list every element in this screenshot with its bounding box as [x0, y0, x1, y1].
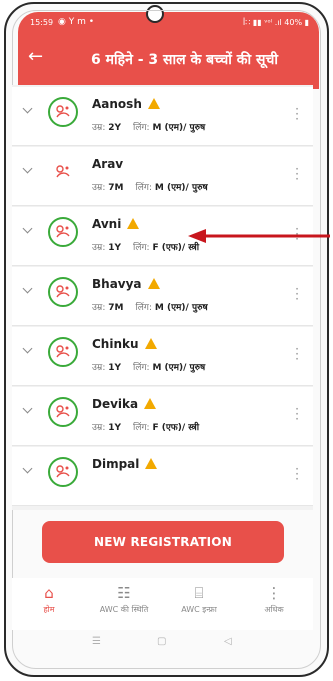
child-name: Aanosh — [92, 97, 160, 111]
child-name: Bhavya — [92, 277, 160, 291]
chevron-down-icon[interactable] — [22, 103, 33, 114]
child-name: Chinku — [92, 337, 157, 351]
warning-icon — [147, 98, 160, 109]
warning-icon — [147, 278, 160, 289]
warning-icon — [127, 218, 140, 229]
status-time: 15:59 — [30, 18, 54, 27]
chevron-down-icon[interactable] — [22, 163, 33, 174]
home-system-icon[interactable]: ▢ — [157, 636, 166, 647]
child-avatar — [48, 277, 78, 307]
child-avatar — [48, 457, 78, 487]
more-options-icon[interactable]: · · · — [295, 403, 299, 425]
warning-icon — [144, 398, 157, 409]
child-details: उम्र: 7M लिंग: M (एम)/ पुरुष — [92, 303, 208, 313]
annotation-arrow — [188, 229, 330, 243]
nav-label: अधिक — [264, 605, 284, 614]
new-registration-button[interactable]: NEW REGISTRATION — [42, 521, 284, 563]
baby-icon — [56, 285, 70, 298]
nav-label: AWC इन्फ्रा — [181, 605, 217, 614]
child-avatar — [48, 97, 78, 127]
child-card[interactable]: Bhavya उम्र: 7M लिंग: M (एम)/ पुरुष · · · — [12, 267, 313, 326]
child-name: Avni — [92, 217, 140, 231]
more-options-icon[interactable]: · · · — [295, 463, 299, 485]
baby-icon — [56, 165, 70, 178]
more-options-icon[interactable]: · · · — [295, 103, 299, 125]
baby-icon — [56, 225, 70, 238]
child-name: Dimpal — [92, 457, 158, 471]
child-card[interactable]: Devika उम्र: 1Y लिंग: F (एफ)/ स्त्री · · · — [12, 387, 313, 446]
child-avatar — [48, 337, 78, 367]
status-notification-icons: ◉ Y m • — [58, 17, 95, 27]
child-avatar — [48, 217, 78, 247]
more-options-icon[interactable]: · · · — [295, 163, 299, 185]
child-card[interactable]: Dimpal · · · — [12, 447, 313, 506]
child-details: उम्र: 1Y लिंग: F (एफ)/ स्त्री — [92, 243, 200, 253]
more-options-icon[interactable]: · · · — [295, 283, 299, 305]
page-title: 6 महिने - 3 साल के बच्चों की सूची — [91, 52, 278, 68]
child-name: Devika — [92, 397, 157, 411]
nav-item-1[interactable]: ⌂ होम — [14, 582, 84, 615]
nav-item-3[interactable]: ⌸ AWC इन्फ्रा — [164, 582, 234, 615]
back-system-icon[interactable]: ◁ — [224, 636, 232, 647]
status-system-icons: ꟾ∷ ▮▮ ᵛᵒˡ .ıl 40% ▮ — [242, 18, 309, 27]
baby-icon — [56, 465, 70, 478]
child-card[interactable]: Chinku उम्र: 1Y लिंग: M (एम)/ पुरुष · · · — [12, 327, 313, 386]
back-arrow-icon[interactable]: ← — [28, 48, 43, 66]
child-avatar — [48, 157, 78, 187]
nav-item-4[interactable]: ⋮ अधिक — [239, 582, 309, 615]
child-details: उम्र: 7M लिंग: M (एम)/ पुरुष — [92, 183, 208, 193]
status-bar: 15:59 ◉ Y m • ꟾ∷ ▮▮ ᵛᵒˡ .ıl 40% ▮ — [18, 12, 319, 36]
warning-icon — [145, 458, 158, 469]
chevron-down-icon[interactable] — [22, 343, 33, 354]
front-camera — [146, 5, 164, 23]
child-list: Aanosh उम्र: 2Y लिंग: M (एम)/ पुरुष · · · A… — [12, 85, 313, 510]
recent-apps-icon[interactable]: ☰ — [92, 636, 101, 647]
child-details: उम्र: 2Y लिंग: M (एम)/ पुरुष — [92, 123, 206, 133]
baby-icon — [56, 405, 70, 418]
child-details: उम्र: 1Y लिंग: F (एफ)/ स्त्री — [92, 423, 200, 433]
system-navigation-bar: ☰ ▢ ◁ — [12, 632, 313, 656]
app-header-bar: 15:59 ◉ Y m • ꟾ∷ ▮▮ ᵛᵒˡ .ıl 40% ▮ ← 6 मह… — [18, 12, 319, 89]
warning-icon — [144, 338, 157, 349]
nav-item-2[interactable]: ☷ AWC की स्थिति — [89, 582, 159, 615]
nav-label: AWC की स्थिति — [99, 605, 149, 614]
child-card[interactable]: Arav उम्र: 7M लिंग: M (एम)/ पुरुष · · · — [12, 147, 313, 206]
header: ← 6 महिने - 3 साल के बच्चों की सूची — [18, 40, 319, 80]
child-avatar — [48, 397, 78, 427]
bottom-navigation: ⌂ होम ☷ AWC की स्थिति ⌸ AWC इन्फ्रा ⋮ अधिक — [12, 578, 313, 630]
more-icon: ⋮ — [266, 584, 282, 602]
child-name: Arav — [92, 157, 124, 171]
child-details — [92, 480, 104, 490]
chevron-down-icon[interactable] — [22, 403, 33, 414]
more-options-icon[interactable]: · · · — [295, 343, 299, 365]
chevron-down-icon[interactable] — [22, 283, 33, 294]
child-card[interactable]: Aanosh उम्र: 2Y लिंग: M (एम)/ पुरुष · · · — [12, 87, 313, 146]
baby-icon — [56, 105, 70, 118]
list-status-icon: ☷ — [117, 584, 131, 602]
nav-label: होम — [43, 605, 55, 614]
chevron-down-icon[interactable] — [22, 223, 33, 234]
chevron-down-icon[interactable] — [22, 463, 33, 474]
building-icon: ⌸ — [194, 584, 204, 602]
child-details: उम्र: 1Y लिंग: M (एम)/ पुरुष — [92, 363, 206, 373]
baby-icon — [56, 345, 70, 358]
home-icon: ⌂ — [44, 584, 54, 602]
